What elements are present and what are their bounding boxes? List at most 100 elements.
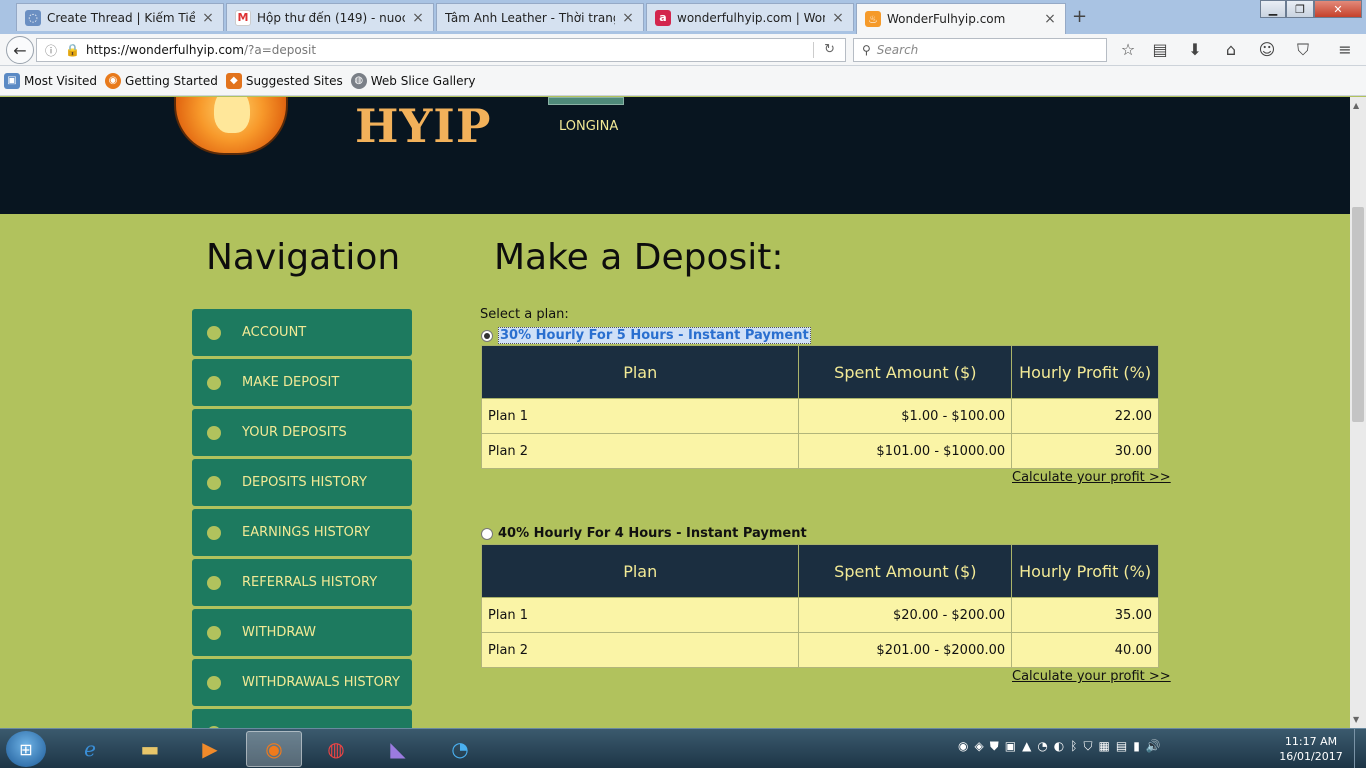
bullet-icon xyxy=(207,525,221,540)
usb-icon[interactable]: ▤ xyxy=(1116,739,1127,754)
calculate-profit-link[interactable]: Calculate your profit >> xyxy=(1012,669,1171,684)
info-icon[interactable]: ⓘ xyxy=(45,42,57,59)
calculate-profit-link[interactable]: Calculate your profit >> xyxy=(1012,470,1171,485)
printer-tray-icon[interactable]: ▣ xyxy=(1005,739,1016,754)
chrome-tray-icon[interactable]: ◉ xyxy=(958,739,968,754)
close-tab-icon[interactable]: × xyxy=(201,10,215,26)
reload-icon[interactable]: ↻ xyxy=(824,42,835,57)
column-header: Spent Amount ($) xyxy=(798,345,1013,399)
bookmark-suggested-sites[interactable]: ◆ Suggested Sites xyxy=(225,72,343,89)
bookmarks-bar: ▣ Most Visited ◉ Getting Started ◆ Sugge… xyxy=(0,66,1366,96)
menu-item-partial[interactable] xyxy=(192,709,412,728)
tab-wonderfulhyip-admin[interactable]: a wonderfulhyip.com | Won... × xyxy=(646,3,854,31)
tab-gmail[interactable]: M Hộp thư đến (149) - nuoc... × xyxy=(226,3,434,31)
antivirus-tray-icon[interactable]: ⛊ xyxy=(990,739,999,754)
plan-cell: Plan 1 xyxy=(480,597,800,633)
system-clock[interactable]: 11:17 AM 16/01/2017 xyxy=(1276,734,1346,764)
page-scrollbar[interactable]: ▲ ▼ xyxy=(1350,97,1366,728)
windows-start-icon[interactable]: ⊞ xyxy=(6,731,46,767)
plan-table: Plan Spent Amount ($) Hourly Profit (%) … xyxy=(480,345,1159,469)
close-tab-icon[interactable]: × xyxy=(621,10,635,26)
tab-title: wonderfulhyip.com | Won... xyxy=(677,10,825,25)
nav-bar: ← ⓘ 🔒 https://wonderfulhyip.com/?a=depos… xyxy=(0,34,1366,66)
amount-cell: $201.00 - $2000.00 xyxy=(798,632,1013,668)
shield-tray-icon[interactable]: ◈ xyxy=(974,739,983,754)
new-tab-icon[interactable]: + xyxy=(1072,6,1087,27)
navigation-heading: Navigation xyxy=(206,237,401,278)
plan-radio[interactable] xyxy=(481,527,493,540)
scrollbar-thumb[interactable] xyxy=(1352,207,1364,422)
menu-item-account[interactable]: ACCOUNT xyxy=(192,309,412,356)
gmail-icon: M xyxy=(235,9,251,26)
menu-item-make-deposit[interactable]: MAKE DEPOSIT xyxy=(192,359,412,406)
media-player-icon[interactable]: ▶ xyxy=(182,731,238,767)
internet-explorer-icon[interactable]: ℯ xyxy=(62,731,118,767)
maximize-icon[interactable]: ❐ xyxy=(1286,0,1314,18)
scroll-up-icon[interactable]: ▲ xyxy=(1353,101,1359,110)
menu-item-label: MAKE DEPOSIT xyxy=(242,375,340,390)
menu-icon[interactable]: ≡ xyxy=(1335,40,1355,60)
plan-name: 30% Hourly For 5 Hours - Instant Payment xyxy=(498,327,811,344)
ccleaner-icon[interactable]: ◔ xyxy=(432,731,488,767)
flame-logo-icon[interactable] xyxy=(174,97,288,155)
firefox-taskbar-icon[interactable]: ◉ xyxy=(246,731,302,767)
a-icon: a xyxy=(655,9,671,26)
tab-wonderfulhyip[interactable]: ♨ WonderFulhyip.com × xyxy=(856,3,1066,34)
tab-tam-anh-leather[interactable]: Tâm Anh Leather - Thời trang ... × xyxy=(436,3,644,31)
menu-item-your-deposits[interactable]: YOUR DEPOSITS xyxy=(192,409,412,456)
menu-item-deposits-history[interactable]: DEPOSITS HISTORY xyxy=(192,459,412,506)
close-tab-icon[interactable]: × xyxy=(411,10,425,26)
downloads-icon[interactable]: ⬇ xyxy=(1185,40,1205,60)
plan-option-2[interactable]: 40% Hourly For 4 Hours - Instant Payment xyxy=(481,526,807,541)
menu-item-withdraw[interactable]: WITHDRAW xyxy=(192,609,412,656)
display-icon[interactable]: ▦ xyxy=(1099,739,1110,754)
reading-list-icon[interactable]: ▤ xyxy=(1150,40,1170,60)
menu-item-label: DEPOSITS HISTORY xyxy=(242,475,367,490)
column-header: Plan xyxy=(480,544,800,598)
flame-icon: ♨ xyxy=(865,11,881,27)
clock-time: 11:17 AM xyxy=(1284,735,1338,748)
bookmark-star-icon[interactable]: ☆ xyxy=(1118,40,1138,60)
system-tray: ◉ ◈ ⛊ ▣ ▲ ◔ ◐ ᛒ ⛉ ▦ ▤ ▮ 🔊 xyxy=(958,739,1161,754)
search-input[interactable]: ⚲ Search xyxy=(853,38,1107,62)
chrome-icon[interactable]: ◍ xyxy=(308,731,364,767)
bookmark-most-visited[interactable]: ▣ Most Visited xyxy=(4,72,97,89)
bookmark-web-slice-gallery[interactable]: ◍ Web Slice Gallery xyxy=(350,72,476,89)
hello-icon[interactable]: ☺ xyxy=(1257,40,1277,60)
ccleaner-tray-icon[interactable]: ◔ xyxy=(1037,739,1047,754)
url-bar[interactable]: ⓘ 🔒 https://wonderfulhyip.com/?a=deposit… xyxy=(36,38,846,62)
show-desktop-button[interactable] xyxy=(1354,729,1366,768)
table-row: Plan 1 $1.00 - $100.00 22.00 xyxy=(480,398,1159,434)
menu-item-withdrawals-history[interactable]: WITHDRAWALS HISTORY xyxy=(192,659,412,706)
close-tab-icon[interactable]: × xyxy=(831,10,845,26)
close-tab-icon[interactable]: × xyxy=(1043,11,1057,27)
bookmark-getting-started[interactable]: ◉ Getting Started xyxy=(105,72,218,89)
plan-cell: Plan 1 xyxy=(480,398,800,434)
menu-item-earnings-history[interactable]: EARNINGS HISTORY xyxy=(192,509,412,556)
clock-date: 16/01/2017 xyxy=(1279,750,1343,763)
tab-create-thread[interactable]: ◌ Create Thread | Kiếm Tiền ... × xyxy=(16,3,224,31)
network-drive-icon[interactable]: ◐ xyxy=(1054,739,1064,754)
visual-studio-icon[interactable]: ◣ xyxy=(370,731,426,767)
security-icon[interactable]: ⛉ xyxy=(1083,739,1092,754)
site-header: HYIP LONGINA xyxy=(0,97,1350,214)
volume-icon[interactable]: 🔊 xyxy=(1146,739,1161,754)
signal-icon[interactable]: ▮ xyxy=(1133,739,1140,754)
pocket-icon[interactable]: ⛉ xyxy=(1293,40,1313,60)
table-row: Plan 1 $20.00 - $200.00 35.00 xyxy=(480,597,1159,633)
site-logo-text[interactable]: HYIP xyxy=(355,99,491,153)
back-arrow-icon[interactable]: ← xyxy=(6,36,34,64)
home-icon[interactable]: ⌂ xyxy=(1221,40,1241,60)
search-icon: ⚲ xyxy=(862,43,871,57)
menu-item-referrals-history[interactable]: REFERRALS HISTORY xyxy=(192,559,412,606)
file-explorer-icon[interactable]: ▬ xyxy=(122,731,178,767)
bluetooth-icon[interactable]: ᛒ xyxy=(1070,739,1077,754)
close-window-icon[interactable]: ✕ xyxy=(1314,0,1362,18)
brand-image xyxy=(548,97,624,105)
google-drive-icon[interactable]: ▲ xyxy=(1022,739,1031,754)
plan-radio[interactable] xyxy=(481,329,493,342)
column-header: Plan xyxy=(480,345,800,399)
plan-option-1[interactable]: 30% Hourly For 5 Hours - Instant Payment xyxy=(481,327,811,344)
scroll-down-icon[interactable]: ▼ xyxy=(1353,715,1359,724)
minimize-icon[interactable]: ▁ xyxy=(1260,0,1286,18)
